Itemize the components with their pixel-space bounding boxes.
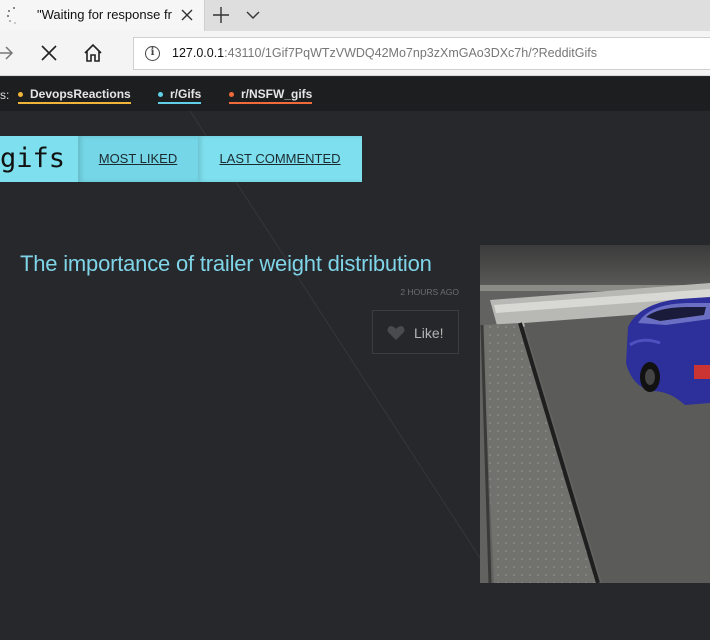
post-title[interactable]: The importance of trailer weight distrib… [20, 251, 460, 277]
address-bar[interactable]: i 127.0.0.1:43110/1Gif7PqWTzVWDQ42Mo7np3… [133, 37, 710, 70]
post-timestamp: 2 HOURS AGO [400, 287, 459, 297]
stop-loading-icon[interactable] [38, 42, 60, 64]
tab-most-liked[interactable]: MOST LIKED [78, 136, 198, 182]
subreddit-link-gifs[interactable]: r/Gifs [158, 87, 202, 104]
subreddit-bar: s: DevopsReactions r/Gifs r/NSFW_gifs [0, 77, 710, 111]
subreddit-link-devopsreactions[interactable]: DevopsReactions [18, 87, 131, 104]
new-tab-icon[interactable] [210, 4, 232, 26]
subreddit-label: DevopsReactions [30, 87, 131, 101]
heart-icon [387, 326, 405, 340]
url-text: 127.0.0.1:43110/1Gif7PqWTzVWDQ42Mo7np3zX… [172, 46, 597, 60]
chevron-down-icon[interactable] [244, 6, 262, 24]
subreddit-label: r/NSFW_gifs [241, 87, 313, 101]
url-host: 127.0.0.1 [172, 46, 225, 60]
like-label: Like! [414, 325, 444, 341]
subreddit-label: r/Gifs [170, 87, 202, 101]
subreddit-bar-label: s: [0, 88, 10, 102]
dot-icon [229, 92, 234, 97]
gif-image[interactable] [480, 245, 710, 583]
tab-title: "Waiting for response fr [37, 7, 172, 22]
close-tab-icon[interactable] [178, 6, 196, 24]
forward-icon[interactable] [0, 42, 16, 64]
browser-tab[interactable]: "Waiting for response fr [0, 0, 205, 31]
tab-last-commented[interactable]: LAST COMMENTED [198, 136, 362, 182]
info-icon[interactable]: i [145, 46, 160, 61]
home-icon[interactable] [82, 42, 104, 64]
like-button[interactable]: Like! [372, 310, 459, 354]
subreddit-link-nsfw-gifs[interactable]: r/NSFW_gifs [229, 87, 313, 104]
site-title[interactable]: gifs [0, 136, 78, 182]
dot-icon [158, 92, 163, 97]
navigation-bar: i 127.0.0.1:43110/1Gif7PqWTzVWDQ42Mo7np3… [0, 31, 710, 76]
dot-icon [18, 92, 23, 97]
url-path: :43110/1Gif7PqWTzVWDQ42Mo7np3zXmGAo3DXc7… [224, 46, 597, 60]
loading-spinner-icon [6, 6, 22, 24]
browser-tab-strip: "Waiting for response fr [0, 0, 710, 31]
